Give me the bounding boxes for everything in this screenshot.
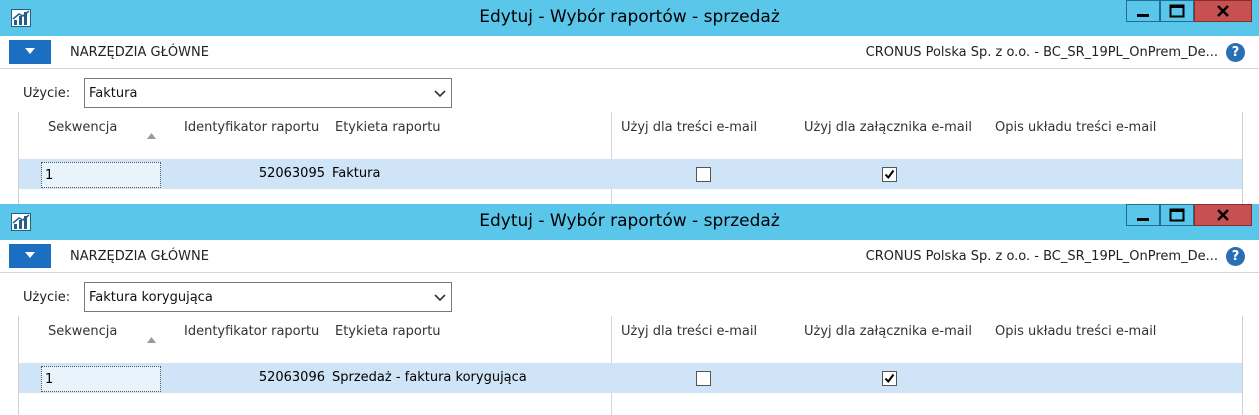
minimize-icon: [1137, 218, 1149, 221]
report-selection-window-2: Edytuj - Wybór raportów - sprzedaż NARZĘ…: [0, 204, 1259, 415]
usage-select[interactable]: Faktura: [84, 78, 452, 108]
title-bar: Edytuj - Wybór raportów - sprzedaż: [0, 204, 1259, 240]
close-button[interactable]: [1194, 0, 1252, 22]
company-name: CRONUS Polska Sp. z o.o. - BC_SR_19PL_On…: [865, 249, 1218, 264]
column-header-report-id[interactable]: Identyfikator raportu: [184, 324, 319, 339]
column-header-sequence[interactable]: Sekwencja: [48, 324, 117, 339]
use-for-email-body-checkbox[interactable]: [696, 167, 711, 182]
sequence-cell[interactable]: 1: [41, 366, 161, 392]
company-name: CRONUS Polska Sp. z o.o. - BC_SR_19PL_On…: [865, 45, 1218, 60]
column-header-email-body[interactable]: Użyj dla treści e-mail: [621, 324, 757, 339]
column-header-email-body[interactable]: Użyj dla treści e-mail: [621, 120, 757, 135]
menu-button[interactable]: [9, 40, 51, 64]
maximize-button[interactable]: [1160, 0, 1194, 22]
sort-ascending-icon: [147, 133, 156, 139]
table-row[interactable]: 1 52063095 Faktura: [19, 159, 1242, 189]
usage-value: Faktura korygująca: [89, 290, 213, 305]
column-header-sequence[interactable]: Sekwencja: [48, 120, 117, 135]
column-header-email-attachment[interactable]: Użyj dla załącznika e-mail: [804, 324, 972, 339]
minimize-button[interactable]: [1126, 204, 1160, 226]
report-selection-window-1: Edytuj - Wybór raportów - sprzedaż NARZĘ…: [0, 0, 1259, 204]
maximize-icon: [1169, 208, 1185, 222]
close-button[interactable]: [1194, 204, 1252, 226]
report-selection-grid: Sekwencja Identyfikator raportu Etykieta…: [18, 112, 1243, 204]
usage-label: Użycie:: [23, 290, 71, 305]
report-id-cell[interactable]: 52063096: [169, 370, 325, 385]
title-bar: Edytuj - Wybór raportów - sprzedaż: [0, 0, 1259, 36]
column-divider: [611, 112, 612, 204]
tab-home[interactable]: NARZĘDZIA GŁÓWNE: [70, 249, 209, 264]
chevron-down-icon: [25, 48, 35, 54]
chevron-down-icon: [434, 90, 446, 98]
use-for-email-body-checkbox[interactable]: [696, 371, 711, 386]
sequence-value: 1: [45, 372, 54, 387]
help-icon[interactable]: ?: [1226, 43, 1245, 62]
window-title: Edytuj - Wybór raportów - sprzedaż: [479, 7, 780, 27]
report-caption-cell[interactable]: Faktura: [332, 166, 380, 181]
column-header-email-body-layout[interactable]: Opis układu treści e-mail: [995, 120, 1156, 135]
sort-ascending-icon: [147, 337, 156, 343]
maximize-icon: [1169, 4, 1185, 18]
ribbon: NARZĘDZIA GŁÓWNE CRONUS Polska Sp. z o.o…: [0, 36, 1259, 69]
close-icon: [1217, 209, 1229, 221]
ribbon: NARZĘDZIA GŁÓWNE CRONUS Polska Sp. z o.o…: [0, 240, 1259, 273]
column-header-email-body-layout[interactable]: Opis układu treści e-mail: [995, 324, 1156, 339]
column-header-report-caption[interactable]: Etykieta raportu: [335, 120, 441, 135]
usage-value: Faktura: [89, 86, 138, 101]
chevron-down-icon: [25, 252, 35, 258]
usage-label: Użycie:: [23, 86, 71, 101]
column-header-report-id[interactable]: Identyfikator raportu: [184, 120, 319, 135]
maximize-button[interactable]: [1160, 204, 1194, 226]
menu-button[interactable]: [9, 244, 51, 268]
minimize-icon: [1137, 14, 1149, 17]
window-title: Edytuj - Wybór raportów - sprzedaż: [479, 211, 780, 231]
use-for-email-attachment-checkbox[interactable]: [882, 371, 897, 386]
table-row[interactable]: 1 52063096 Sprzedaż - faktura korygująca: [19, 363, 1242, 393]
minimize-button[interactable]: [1126, 0, 1160, 22]
checkmark-icon: [884, 373, 895, 384]
chevron-down-icon: [434, 294, 446, 302]
report-selection-grid: Sekwencja Identyfikator raportu Etykieta…: [18, 316, 1243, 415]
report-caption-cell[interactable]: Sprzedaż - faktura korygująca: [332, 370, 527, 385]
use-for-email-attachment-checkbox[interactable]: [882, 167, 897, 182]
checkmark-icon: [884, 169, 895, 180]
column-header-report-caption[interactable]: Etykieta raportu: [335, 324, 441, 339]
column-header-email-attachment[interactable]: Użyj dla załącznika e-mail: [804, 120, 972, 135]
help-icon[interactable]: ?: [1226, 247, 1245, 266]
close-icon: [1217, 5, 1229, 17]
usage-select[interactable]: Faktura korygująca: [84, 282, 452, 312]
sequence-value: 1: [45, 168, 54, 183]
tab-home[interactable]: NARZĘDZIA GŁÓWNE: [70, 45, 209, 60]
report-id-cell[interactable]: 52063095: [169, 166, 325, 181]
sequence-cell[interactable]: 1: [41, 162, 161, 188]
